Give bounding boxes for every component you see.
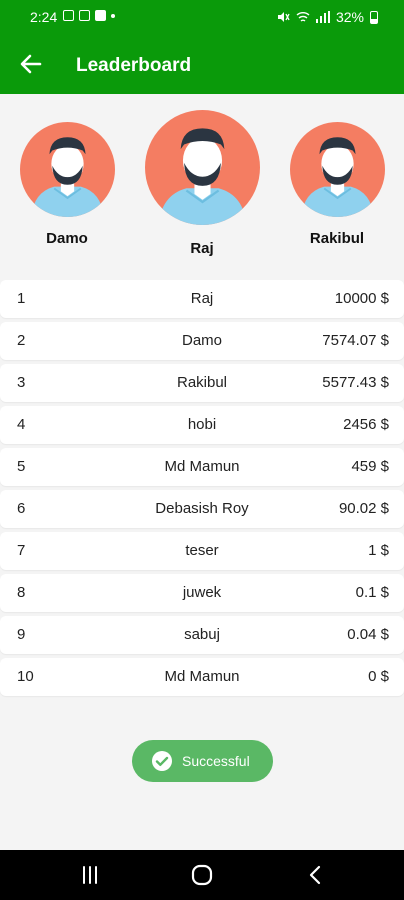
wifi-icon	[296, 12, 310, 22]
player-name: teser	[185, 542, 219, 559]
leaderboard-list: 1 Raj 10000 $ 2 Damo 7574.07 $ 3 Rakibul 5577.…	[0, 280, 404, 700]
amount: 5577.43 $	[322, 374, 389, 391]
player-name: sabuj	[184, 626, 220, 643]
status-bar: 2:24 32%	[0, 0, 404, 36]
player-name: juwek	[182, 584, 222, 601]
user-avatar-icon	[158, 128, 247, 225]
player-name: Md Mamun	[164, 668, 240, 685]
podium-name-third: Rakibul	[309, 230, 365, 247]
amount: 7574.07 $	[322, 332, 389, 349]
list-item[interactable]: 2 Damo 7574.07 $	[0, 322, 404, 360]
mute-icon	[277, 12, 290, 22]
amount: 90.02 $	[338, 500, 389, 517]
amount: 1 $	[368, 542, 389, 559]
list-item[interactable]: 6 Debasish Roy 90.02 $	[0, 490, 404, 528]
player-name: Md Mamun	[164, 458, 240, 475]
list-item[interactable]: 7 teser 1 $	[0, 532, 404, 570]
podium-name-second: Damo	[46, 230, 88, 247]
amount: 10000 $	[334, 290, 389, 307]
notification-icons	[63, 10, 115, 21]
image-notification-icon	[63, 10, 74, 21]
user-avatar-icon	[31, 137, 104, 217]
list-item[interactable]: 3 Rakibul 5577.43 $	[0, 364, 404, 402]
avatar-second	[20, 122, 115, 217]
more-notifications-icon	[111, 13, 115, 18]
home-icon[interactable]	[189, 864, 215, 886]
toast-message: Successful	[182, 753, 250, 769]
list-item[interactable]: 9 sabuj 0.04 $	[0, 616, 404, 654]
amount: 0.1 $	[355, 584, 389, 601]
podium-name-first: Raj	[190, 240, 214, 257]
snapchat-notification-icon	[79, 10, 90, 21]
battery-icon	[370, 10, 378, 24]
user-avatar-icon	[301, 137, 374, 217]
status-time: 2:24	[30, 9, 58, 25]
page-title: Leaderboard	[76, 55, 192, 76]
system-nav-bar	[0, 850, 404, 900]
system-icons: 32%	[276, 9, 378, 25]
app-notification-icon	[95, 10, 106, 21]
list-item[interactable]: 10 Md Mamun 0 $	[0, 658, 404, 696]
list-item[interactable]: 1 Raj 10000 $	[0, 280, 404, 318]
amount: 0.04 $	[347, 626, 389, 643]
list-item[interactable]: 4 hobi 2456 $	[0, 406, 404, 444]
check-circle-icon	[152, 751, 172, 771]
podium: Damo Raj Rakibul	[0, 94, 404, 277]
recents-icon[interactable]	[77, 864, 103, 886]
amount: 2456 $	[343, 416, 389, 433]
list-item[interactable]: 5 Md Mamun 459 $	[0, 448, 404, 486]
arrow-left-icon[interactable]	[18, 51, 44, 77]
signal-icon	[315, 11, 330, 23]
avatar-third	[290, 122, 385, 217]
avatar-first	[145, 110, 260, 225]
amount: 459 $	[351, 458, 389, 475]
battery-percent: 32%	[335, 9, 364, 25]
amount: 0 $	[368, 668, 389, 685]
app-bar: Leaderboard	[0, 36, 404, 94]
list-item[interactable]: 8 juwek 0.1 $	[0, 574, 404, 612]
success-toast: Successful	[132, 740, 273, 782]
back-nav-icon[interactable]	[303, 864, 329, 886]
